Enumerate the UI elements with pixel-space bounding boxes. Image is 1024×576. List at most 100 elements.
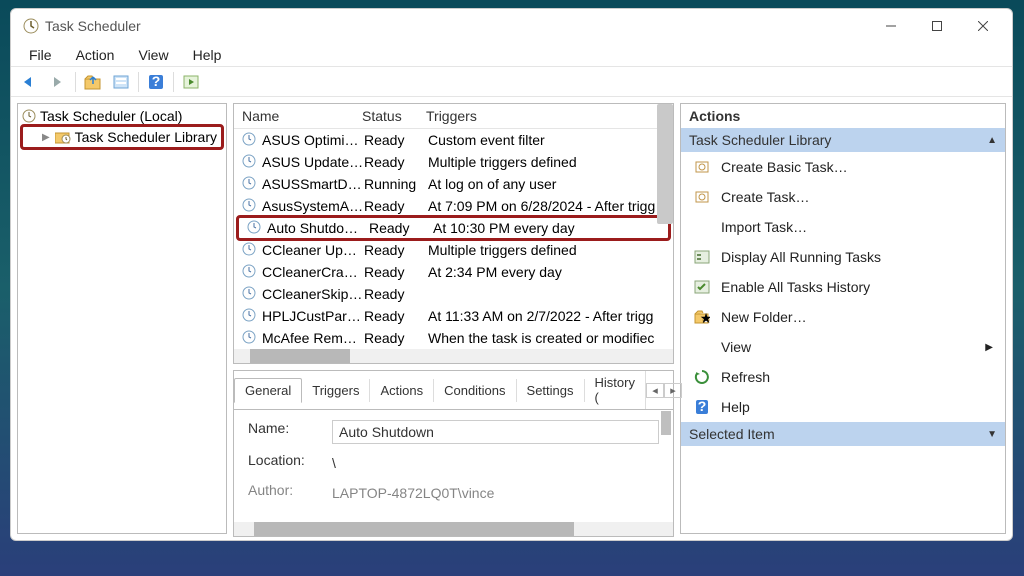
horizontal-scrollbar-track[interactable] (234, 349, 673, 363)
task-status: Ready (364, 308, 428, 324)
maximize-button[interactable] (914, 12, 960, 40)
table-row[interactable]: McAfee Rem…ReadyWhen the task is created… (234, 327, 673, 349)
tab-actions[interactable]: Actions (370, 379, 434, 402)
menubar: File Action View Help (11, 43, 1012, 67)
help-icon[interactable]: ? (143, 70, 169, 94)
task-clock-icon (242, 286, 258, 302)
horizontal-scrollbar-thumb[interactable] (250, 349, 350, 363)
table-row[interactable]: ASUSSmartDi…RunningAt log on of any user (234, 173, 673, 195)
location-value: \ (332, 452, 659, 474)
action-create-task[interactable]: Create Task… (681, 182, 1005, 212)
menu-file[interactable]: File (19, 45, 62, 65)
details-tabs: General Triggers Actions Conditions Sett… (234, 371, 673, 410)
task-clock-icon (242, 132, 258, 148)
menu-action[interactable]: Action (66, 45, 125, 65)
task-name: HPLJCustPart… (262, 308, 364, 324)
header-triggers[interactable]: Triggers (426, 108, 665, 124)
task-clock-icon (242, 154, 258, 170)
table-row[interactable]: CCleanerCras…ReadyAt 2:34 PM every day (234, 261, 673, 283)
task-clock-icon (242, 308, 258, 324)
task-status: Running (364, 176, 428, 192)
tab-scroll-left[interactable]: ◂ (646, 383, 664, 398)
run-icon[interactable] (178, 70, 204, 94)
name-field[interactable]: Auto Shutdown (332, 420, 659, 444)
action-view[interactable]: View▶ (681, 332, 1005, 362)
table-row[interactable]: ASUS Update…ReadyMultiple triggers defin… (234, 151, 673, 173)
header-name[interactable]: Name (242, 108, 362, 124)
action-import-task[interactable]: Import Task… (681, 212, 1005, 242)
tab-general[interactable]: General (234, 378, 302, 403)
svg-text:★: ★ (700, 310, 710, 325)
tab-conditions[interactable]: Conditions (434, 379, 516, 402)
task-trigger: At 7:09 PM on 6/28/2024 - After trigg (428, 198, 665, 214)
table-row[interactable]: CCleaner Up…ReadyMultiple triggers defin… (234, 239, 673, 261)
clock-icon (22, 109, 36, 123)
actions-section-label: Task Scheduler Library (689, 132, 831, 148)
table-row[interactable]: HPLJCustPart…ReadyAt 11:33 AM on 2/7/202… (234, 305, 673, 327)
close-button[interactable] (960, 12, 1006, 40)
task-trigger: Multiple triggers defined (428, 242, 665, 258)
action-enable-all-tasks-history[interactable]: Enable All Tasks History (681, 272, 1005, 302)
task-status: Ready (364, 242, 428, 258)
task-name: AsusSystemA… (262, 198, 364, 214)
tab-settings[interactable]: Settings (517, 379, 585, 402)
task-status: Ready (364, 330, 428, 346)
table-row[interactable]: Auto Shutdo…ReadyAt 10:30 PM every day (236, 215, 671, 241)
actions-panel: Actions Task Scheduler Library ▲ Create … (680, 103, 1006, 534)
svg-text:?: ? (152, 74, 161, 89)
task-clock-icon (242, 176, 258, 192)
properties-icon[interactable] (108, 70, 134, 94)
tab-triggers[interactable]: Triggers (302, 379, 370, 402)
actions-section-selected[interactable]: Selected Item ▼ (681, 422, 1005, 446)
task-name: CCleanerCras… (262, 264, 364, 280)
action-label: Help (721, 399, 750, 415)
task-name: ASUSSmartDi… (262, 176, 364, 192)
task-trigger: At 11:33 AM on 2/7/2022 - After trigg (428, 308, 665, 324)
task-trigger: At 2:34 PM every day (428, 264, 665, 280)
chevron-down-icon: ▼ (987, 429, 997, 440)
details-scrollbar[interactable] (661, 411, 671, 435)
action-display-all-running-tasks[interactable]: Display All Running Tasks (681, 242, 1005, 272)
tree-root[interactable]: Task Scheduler (Local) (18, 106, 226, 126)
action-new-folder[interactable]: ★ New Folder… (681, 302, 1005, 332)
chevron-right-icon[interactable]: ▶ (41, 132, 51, 143)
minimize-button[interactable] (868, 12, 914, 40)
tree-panel: Task Scheduler (Local) ▶ Task Scheduler … (17, 103, 227, 534)
table-row[interactable]: CCleanerSkip…Ready (234, 283, 673, 305)
action-label: New Folder… (721, 309, 807, 325)
task-status: Ready (364, 264, 428, 280)
location-label: Location: (248, 452, 332, 474)
middle-panel: Name Status Triggers ASUS Optimi…ReadyCu… (233, 103, 674, 534)
action-label: Enable All Tasks History (721, 279, 870, 295)
table-row[interactable]: AsusSystemA…ReadyAt 7:09 PM on 6/28/2024… (234, 195, 673, 217)
menu-help[interactable]: Help (183, 45, 232, 65)
action-label: Create Task… (721, 189, 809, 205)
action-refresh[interactable]: Refresh (681, 362, 1005, 392)
action-help[interactable]: ? Help (681, 392, 1005, 422)
tree-library[interactable]: ▶ Task Scheduler Library (20, 124, 224, 150)
clock-icon (23, 18, 39, 34)
task-name: Auto Shutdo… (267, 220, 369, 236)
action-label: Refresh (721, 369, 770, 385)
folder-up-icon[interactable] (80, 70, 106, 94)
tab-history[interactable]: History ( (585, 371, 646, 409)
forward-button[interactable] (45, 70, 71, 94)
toolbar: ? (11, 67, 1012, 97)
action-icon: ★ (693, 308, 711, 326)
details-hscrollbar-thumb[interactable] (254, 522, 574, 536)
action-icon (693, 218, 711, 236)
list-body: ASUS Optimi…ReadyCustom event filterASUS… (234, 129, 673, 349)
details-hscrollbar-track[interactable] (234, 522, 673, 536)
actions-section-library[interactable]: Task Scheduler Library ▲ (681, 128, 1005, 152)
header-status[interactable]: Status (362, 108, 426, 124)
author-value: LAPTOP-4872LQ0T\vince (332, 482, 659, 504)
action-create-basic-task[interactable]: Create Basic Task… (681, 152, 1005, 182)
back-button[interactable] (17, 70, 43, 94)
action-icon (693, 278, 711, 296)
tab-scroll-right[interactable]: ▸ (664, 383, 682, 398)
action-icon: ? (693, 398, 711, 416)
menu-view[interactable]: View (128, 45, 178, 65)
titlebar: Task Scheduler (11, 9, 1012, 43)
vertical-scrollbar[interactable] (657, 104, 673, 224)
table-row[interactable]: ASUS Optimi…ReadyCustom event filter (234, 129, 673, 151)
